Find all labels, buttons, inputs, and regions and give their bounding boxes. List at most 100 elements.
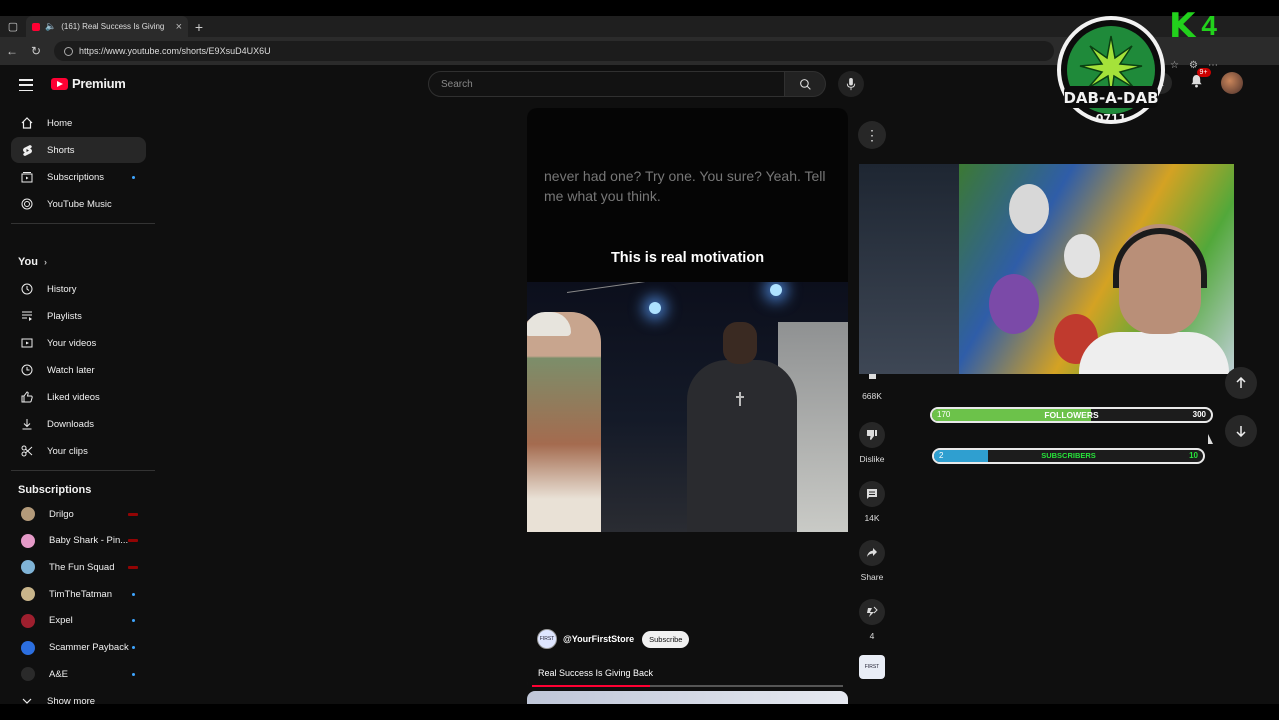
subscriptions-heading: Subscriptions [18,484,91,496]
audio-channel-thumbnail[interactable]: FIRST [859,655,885,679]
arrow-down-icon [1236,426,1246,437]
comments-button[interactable]: 14K [852,481,892,523]
sidebar-item-label: Your clips [47,445,88,457]
clips-icon [21,445,33,457]
cap [527,312,571,336]
person-body [687,360,797,532]
like-count: 668K [862,391,882,401]
sidebar-item-label: Subscriptions [47,171,105,183]
sidebar-item-subscriptions[interactable]: Subscriptions [11,164,146,190]
chevron-right-icon: › [43,257,47,267]
window-menu-icon[interactable]: ▢ [0,20,26,33]
sidebar-item-label: Scammer Payback [49,642,129,653]
you-heading-label: You [18,256,38,268]
avatar[interactable] [1220,72,1243,94]
chevron-down-icon [21,695,33,704]
shorts-player[interactable]: never had one? Try one. You sure? Yeah. … [527,108,848,691]
comment-icon [859,481,885,507]
show-more-button[interactable]: Show more [11,688,146,704]
sidebar-item-label: A&E [49,668,69,680]
you-heading[interactable]: You › [18,256,47,268]
sidebar-item-playlists[interactable]: Playlists [11,303,146,329]
sidebar-item-home[interactable]: Home [11,110,146,136]
share-button[interactable]: Share [852,540,892,582]
sidebar-item-subscription[interactable]: A&E [11,661,146,687]
sidebar-item-subscription[interactable]: Expel [11,608,146,634]
webcam-overlay [859,164,1234,374]
search-button[interactable] [785,71,826,97]
sidebar-item-watch-later[interactable]: Watch later [11,357,146,383]
notifications-button[interactable]: 9+ [1190,67,1211,93]
video-bottom-area: FIRST @YourFirstStore Subscribe Real Suc… [527,532,848,691]
share-icon [859,540,885,566]
remix-icon [859,599,885,625]
person-left [527,312,601,532]
share-label: Share [860,572,884,582]
sidebar-item-downloads[interactable]: Downloads [11,411,146,437]
channel-name[interactable]: @YourFirstStore [563,634,634,644]
dark-door [859,164,959,374]
sidebar-item-subscription[interactable]: TimTheTatman [11,581,146,607]
previous-short-button[interactable] [1225,367,1257,399]
subscriptions-icon [21,171,33,183]
sidebar-item-liked-videos[interactable]: Liked videos [11,384,146,410]
close-tab-icon[interactable]: × [176,21,182,33]
youtube-favicon-icon [32,22,40,31]
remix-button[interactable]: 4 [852,599,892,641]
sidebar: Home Shorts Subscriptions YouTube Music … [0,107,156,704]
channel-avatar [21,560,35,575]
divider [11,470,155,471]
live-indicator [128,512,138,516]
logo-text: DAB-A-DAB [1063,89,1158,107]
sidebar-item-youtube-music[interactable]: YouTube Music [11,191,146,217]
sidebar-item-label: TimTheTatman [49,588,112,600]
sidebar-item-shorts[interactable]: Shorts [11,137,146,163]
search-input[interactable] [428,71,785,97]
next-short-preview[interactable] [527,691,848,704]
sidebar-item-label: YouTube Music [47,198,112,210]
more-vertical-icon: ⋮ [865,126,879,143]
streamer-shirt [1079,332,1229,374]
channel-row: FIRST @YourFirstStore Subscribe [537,629,690,649]
subscribe-button[interactable]: Subscribe [642,630,690,648]
channel-avatar [21,613,35,628]
back-icon[interactable]: ← [6,44,18,58]
caption-main: This is real motivation [610,250,765,266]
sidebar-item-label: Playlists [47,310,82,322]
browser-tab[interactable]: 🔈 (161) Real Success Is Giving × [26,16,188,37]
blanket-spot [1009,184,1049,234]
url-field[interactable]: https://www.youtube.com/shorts/E9XsuD4UX… [54,41,1054,61]
dislike-label: Dislike [859,454,885,464]
sidebar-item-your-videos[interactable]: Your videos [11,330,146,356]
site-info-icon[interactable] [64,46,73,56]
video-title[interactable]: Real Success Is Giving Back [538,668,653,678]
reload-icon[interactable]: ↻ [30,44,42,58]
more-options-button[interactable]: ⋮ [858,121,886,149]
sidebar-item-your-clips[interactable]: Your clips [11,438,146,464]
video-progress-bar[interactable] [532,685,843,687]
speaker-icon[interactable]: 🔈 [45,21,56,32]
channel-avatar[interactable]: FIRST [537,629,557,649]
person-right [675,322,809,532]
history-icon [21,283,33,295]
sidebar-item-subscription[interactable]: Baby Shark - Pin... [11,528,146,554]
sidebar-item-subscription[interactable]: The Fun Squad [11,554,146,580]
menu-icon[interactable] [19,79,33,91]
voice-search-button[interactable] [838,71,864,97]
sidebar-item-subscription[interactable]: Drilgo [11,501,146,527]
dislike-button[interactable]: Dislike [852,422,892,464]
new-tab-icon[interactable]: + [188,19,210,35]
youtube-play-icon [51,77,68,90]
divider [11,223,155,224]
sidebar-item-label: Shorts [47,144,75,156]
sidebar-item-history[interactable]: History [11,276,146,302]
sidebar-item-label: Downloads [47,418,94,430]
sidebar-item-subscription[interactable]: Scammer Payback [11,635,146,661]
next-short-button[interactable] [1225,415,1257,447]
cross-necklace [736,392,744,406]
sidebar-item-label: Baby Shark - Pin... [49,535,129,547]
youtube-logo[interactable]: Premium [51,76,126,91]
subscriptions-heading-label: Subscriptions [18,484,92,496]
watch-later-icon [21,364,33,376]
new-content-dot [132,646,135,649]
